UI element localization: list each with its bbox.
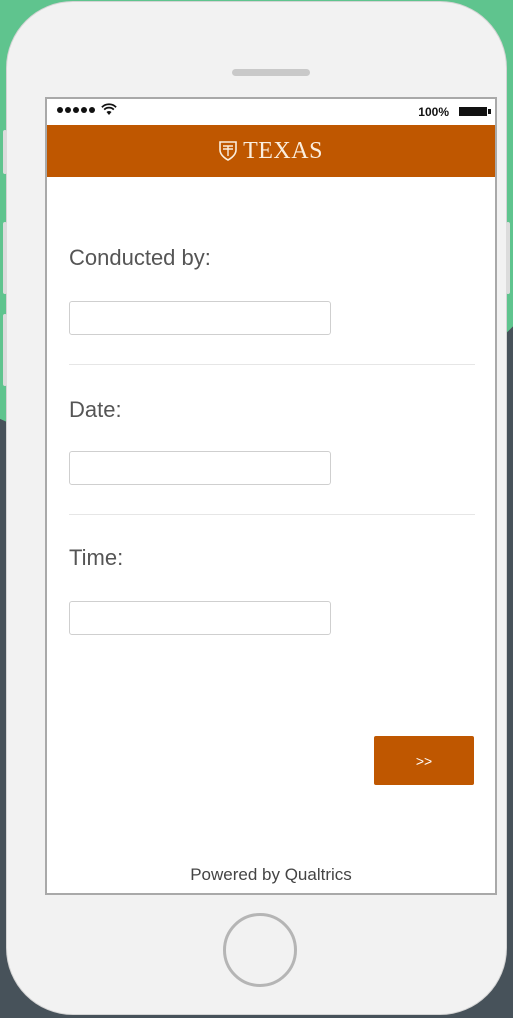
- divider: [69, 514, 475, 515]
- volume-up-button: [3, 222, 7, 294]
- phone-screen: 100% TEXAS Conducted by: Date: Time: >> …: [45, 97, 497, 895]
- volume-down-button: [3, 314, 7, 386]
- time-label: Time:: [69, 545, 124, 570]
- next-button[interactable]: >>: [374, 736, 474, 785]
- conducted-by-input[interactable]: [69, 301, 331, 335]
- date-label: Date:: [69, 397, 122, 422]
- time-input[interactable]: [69, 601, 331, 635]
- phone-frame: 100% TEXAS Conducted by: Date: Time: >> …: [3, 2, 510, 1014]
- mute-switch: [3, 130, 7, 174]
- conducted-by-label: Conducted by:: [69, 245, 211, 270]
- wifi-icon: [101, 103, 117, 115]
- battery-percentage: 100%: [418, 105, 449, 119]
- battery-icon: [459, 107, 491, 116]
- powered-by-footer: Powered by Qualtrics: [190, 865, 352, 884]
- speaker-grille: [232, 69, 310, 76]
- power-button: [506, 222, 510, 294]
- texas-shield-icon: [219, 141, 237, 161]
- texas-logo: TEXAS: [219, 138, 323, 165]
- signal-dots-icon: [57, 107, 95, 113]
- home-button[interactable]: [223, 913, 297, 987]
- status-bar: 100%: [47, 99, 495, 125]
- date-input[interactable]: [69, 451, 331, 485]
- app-header: TEXAS: [47, 125, 495, 177]
- brand-name: TEXAS: [243, 137, 323, 164]
- divider: [69, 364, 475, 365]
